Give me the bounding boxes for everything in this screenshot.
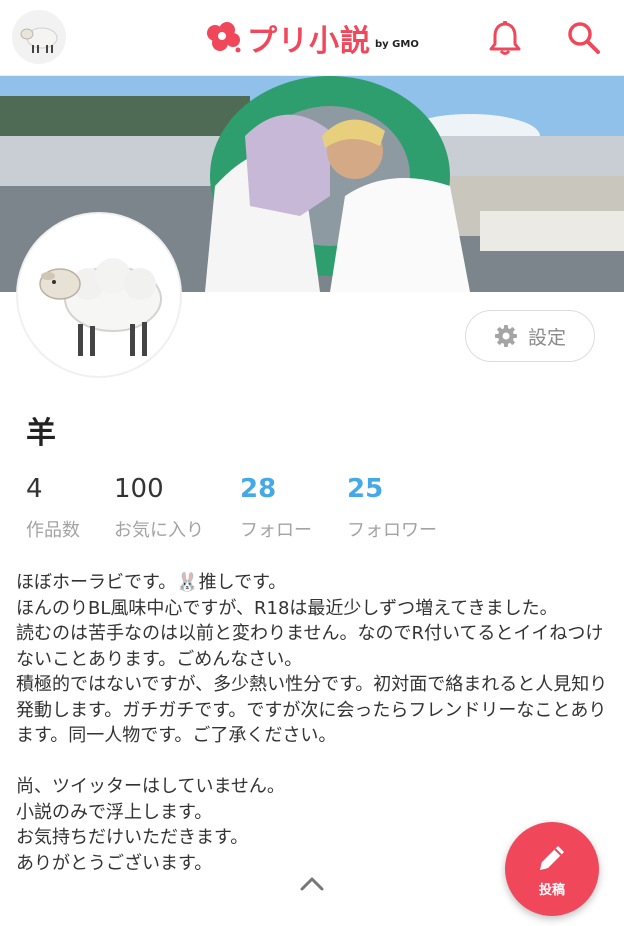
- stat-favorites-count: 100: [114, 474, 164, 504]
- logo-text: プリ小説: [247, 24, 371, 59]
- stat-following[interactable]: 28 フォロー: [240, 474, 312, 542]
- profile-name: 羊: [26, 416, 56, 451]
- search-icon[interactable]: [566, 20, 602, 56]
- stat-followers-count: 25: [347, 474, 384, 504]
- profile-avatar[interactable]: [16, 212, 182, 378]
- stat-favorites-label: お気に入り: [114, 520, 204, 541]
- stat-followers[interactable]: 25 フォロワー: [347, 474, 437, 542]
- bell-icon[interactable]: [488, 20, 522, 56]
- user-avatar-small[interactable]: [12, 10, 66, 64]
- settings-label: 設定: [527, 326, 566, 349]
- app-logo[interactable]: プリ小説 by GMO: [205, 16, 419, 60]
- post-button-label: 投稿: [538, 882, 565, 898]
- stat-followers-label: フォロワー: [347, 520, 437, 541]
- logo-sub-text: by GMO: [375, 38, 419, 50]
- stat-favorites[interactable]: 100 お気に入り: [114, 474, 204, 542]
- stat-works-count: 4: [26, 474, 43, 504]
- chevron-up-icon[interactable]: [298, 874, 326, 894]
- sheep-icon: [20, 27, 58, 53]
- stat-following-label: フォロー: [240, 520, 312, 541]
- pencil-icon: [540, 845, 564, 870]
- stat-works[interactable]: 4 作品数: [26, 474, 80, 542]
- stat-following-count: 28: [240, 474, 277, 504]
- settings-button[interactable]: 設定: [465, 310, 595, 362]
- logo-flower-icon: [207, 22, 241, 53]
- top-bar: プリ小説 by GMO: [0, 0, 624, 76]
- sheep-icon: [39, 258, 162, 356]
- post-button[interactable]: 投稿: [505, 822, 599, 916]
- stat-works-label: 作品数: [26, 520, 80, 541]
- gear-icon: [494, 325, 517, 347]
